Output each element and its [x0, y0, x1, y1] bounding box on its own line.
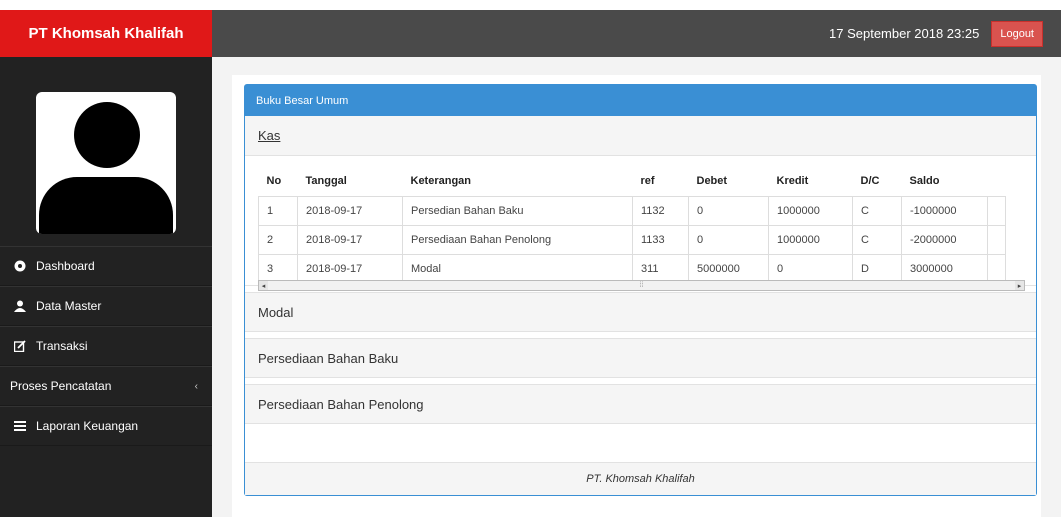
cell-extra: [987, 195, 1006, 226]
table-row: 3 2018-09-17 Modal 311 5000000 0 D 30000…: [258, 253, 1006, 284]
cell: 0: [688, 224, 769, 255]
cell: -1000000: [901, 195, 988, 226]
column-header: Debet: [688, 167, 769, 197]
column-header-extra: [987, 167, 1006, 197]
cell: 2018-09-17: [297, 253, 403, 284]
table-row: 2 2018-09-17 Persediaan Bahan Penolong 1…: [258, 224, 1006, 255]
cell: 3000000: [901, 253, 988, 284]
sidebar-item-data-master[interactable]: Data Master: [0, 286, 212, 326]
ledger-table: No Tanggal Keterangan ref Debet Kredit D…: [258, 167, 1006, 284]
datetime: 17 September 2018 23:25: [829, 26, 980, 41]
scroll-left-icon[interactable]: ◂: [259, 281, 268, 290]
cell: Modal: [402, 253, 633, 284]
horizontal-scrollbar[interactable]: ◂ ⁞⁞ ▸: [258, 280, 1025, 291]
avatar: [36, 92, 176, 234]
cell: -2000000: [901, 224, 988, 255]
column-header: Tanggal: [297, 167, 403, 197]
sidebar-item-label: Laporan Keuangan: [36, 419, 139, 433]
cell: 5000000: [688, 253, 769, 284]
section-persediaan-bahan-baku[interactable]: Persediaan Bahan Baku: [245, 338, 1036, 378]
chevron-left-icon: ‹: [194, 380, 198, 392]
cell: 1: [258, 195, 298, 226]
avatar-body: [39, 177, 173, 234]
cell: 1000000: [768, 195, 853, 226]
column-header: No: [258, 167, 298, 197]
panel-title: Buku Besar Umum: [245, 85, 1036, 116]
table-header-row: No Tanggal Keterangan ref Debet Kredit D…: [258, 167, 1006, 197]
sidebar: PT Khomsah Khalifah Dashboard Data Maste…: [0, 10, 212, 517]
column-header: D/C: [852, 167, 902, 197]
cell: 3: [258, 253, 298, 284]
cell-extra: [987, 224, 1006, 255]
main-area: Buku Besar Umum Kas No Tanggal Keteranga…: [212, 57, 1061, 517]
cell: Persediaan Bahan Penolong: [402, 224, 633, 255]
dashboard-icon: [14, 260, 26, 272]
sidebar-menu: Dashboard Data Master Transaksi Proses P…: [0, 246, 212, 446]
section-modal[interactable]: Modal: [245, 292, 1036, 332]
cell: 2018-09-17: [297, 224, 403, 255]
ledger-panel: Buku Besar Umum Kas No Tanggal Keteranga…: [244, 84, 1037, 496]
section-kas-body: No Tanggal Keterangan ref Debet Kredit D…: [245, 156, 1036, 291]
avatar-head: [74, 102, 140, 168]
sidebar-item-label: Dashboard: [36, 259, 95, 273]
cell: 0: [688, 195, 769, 226]
cell: 1000000: [768, 224, 853, 255]
logout-button[interactable]: Logout: [991, 20, 1043, 47]
column-header: Saldo: [901, 167, 988, 197]
sidebar-item-label: Data Master: [36, 299, 102, 313]
sidebar-item-dashboard[interactable]: Dashboard: [0, 246, 212, 286]
sidebar-item-label: Proses Pencatatan: [10, 379, 112, 393]
cell: 1132: [632, 195, 689, 226]
cell: C: [852, 224, 902, 255]
brand-title[interactable]: PT Khomsah Khalifah: [0, 10, 212, 57]
column-header: Kredit: [768, 167, 853, 197]
user-icon: [14, 300, 26, 312]
cell: 0: [768, 253, 853, 284]
top-bar: 17 September 2018 23:25 Logout: [212, 10, 1061, 57]
cell: 1133: [632, 224, 689, 255]
cell: 2018-09-17: [297, 195, 403, 226]
list-icon: [14, 420, 26, 432]
column-header: Keterangan: [402, 167, 633, 197]
cell-extra: [987, 253, 1006, 284]
table-row: 1 2018-09-17 Persedian Bahan Baku 1132 0…: [258, 195, 1006, 226]
scroll-right-icon[interactable]: ▸: [1014, 281, 1024, 290]
sidebar-item-laporan-keuangan[interactable]: Laporan Keuangan: [0, 406, 212, 446]
sidebar-item-label: Transaksi: [36, 339, 88, 353]
sidebar-item-proses-pencatatan[interactable]: Proses Pencatatan ‹: [0, 366, 212, 406]
cell: D: [852, 253, 902, 284]
edit-icon: [14, 340, 26, 352]
section-kas[interactable]: Kas: [245, 116, 1036, 156]
cell: C: [852, 195, 902, 226]
section-persediaan-bahan-penolong[interactable]: Persediaan Bahan Penolong: [245, 384, 1036, 424]
cell: Persedian Bahan Baku: [402, 195, 633, 226]
cell: 2: [258, 224, 298, 255]
panel-footer: PT. Khomsah Khalifah: [245, 462, 1036, 495]
content-box: Buku Besar Umum Kas No Tanggal Keteranga…: [232, 75, 1041, 517]
sidebar-item-transaksi[interactable]: Transaksi: [0, 326, 212, 366]
column-header: ref: [632, 167, 689, 197]
cell: 311: [632, 253, 689, 284]
scroll-grip-icon[interactable]: ⁞⁞: [640, 282, 644, 289]
